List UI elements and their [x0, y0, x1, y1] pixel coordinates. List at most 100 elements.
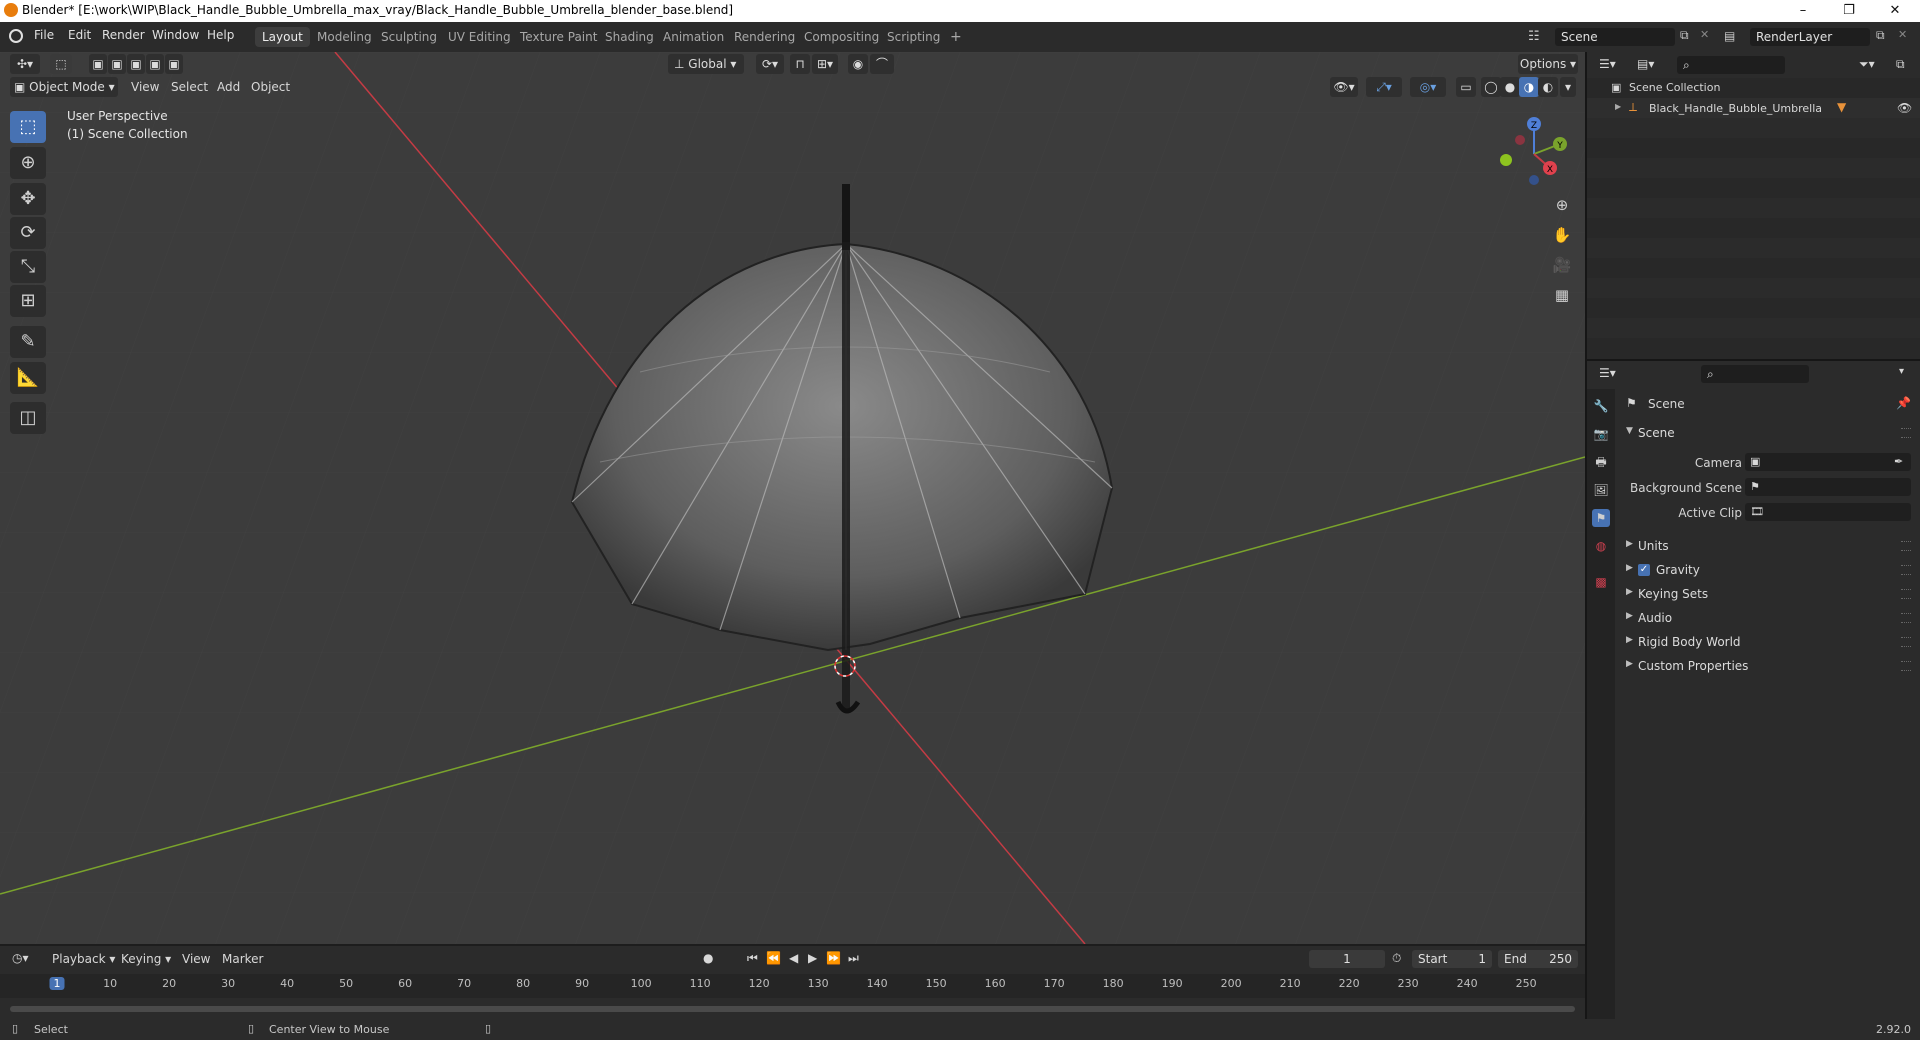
viewport-menu-select[interactable]: Select [171, 80, 208, 94]
tab-animation[interactable]: Animation [656, 27, 731, 47]
viewport-menu-object[interactable]: Object [251, 80, 290, 94]
add-cube-tool[interactable]: ◫ [10, 402, 46, 434]
timeline-menu-marker[interactable]: Marker [222, 952, 263, 966]
active-clip-field[interactable] [1745, 503, 1911, 521]
drag-grip-icon[interactable] [1901, 541, 1911, 551]
menu-edit[interactable]: Edit [68, 28, 91, 42]
viewport-menu-view[interactable]: View [131, 80, 159, 94]
scale-tool[interactable]: ⤡ [10, 251, 46, 283]
current-frame-field[interactable]: 1 [1309, 950, 1385, 968]
view-layer-browse-icon[interactable]: ▤ [1724, 29, 1735, 43]
outliner-editor-type-icon[interactable]: ☰▾ [1599, 57, 1616, 71]
blender-menu-icon[interactable] [9, 29, 23, 43]
viewport-menu-add[interactable]: Add [217, 80, 240, 94]
timeline-menu-view[interactable]: View [182, 952, 210, 966]
properties-options-icon[interactable]: ▾ [1899, 366, 1904, 377]
select-box-intersect-icon[interactable]: ▣ [165, 54, 183, 74]
view-layer-new-icon[interactable]: ⧉ [1876, 28, 1885, 43]
properties-editor-type-icon[interactable]: ☰▾ [1599, 366, 1616, 380]
menu-file[interactable]: File [34, 28, 54, 42]
jump-to-keyframe-back-icon[interactable]: ⏪ [766, 951, 781, 965]
shading-material-button[interactable]: ◑ [1519, 77, 1539, 97]
outliner-display-mode-icon[interactable]: ▤▾ [1637, 57, 1654, 71]
render-tab-icon[interactable]: 📷 [1592, 425, 1610, 443]
outliner-row-umbrella[interactable]: ▶ ⟂ Black_Handle_Bubble_Umbrella ▼ 👁 [1587, 98, 1920, 118]
transform-orientation-dropdown[interactable]: ⊥ Global ▾ [668, 54, 744, 74]
render-layer-field[interactable]: RenderLayer [1750, 28, 1870, 46]
current-frame-marker[interactable]: 1 [49, 977, 65, 990]
tab-scripting[interactable]: Scripting [880, 27, 947, 47]
rigid-body-world-panel-header[interactable]: ▶ Rigid Body World [1620, 632, 1915, 654]
timeline-scrollbar[interactable] [10, 1006, 1575, 1012]
select-box-tool[interactable]: ⬚ [10, 111, 46, 143]
texture-tab-icon[interactable]: ▩ [1592, 573, 1610, 591]
output-tab-icon[interactable]: 🖶 [1592, 453, 1610, 471]
tab-compositing[interactable]: Compositing [797, 27, 886, 47]
play-icon[interactable]: ▶ [808, 951, 817, 965]
frame-ruler[interactable]: 1 10 20 30 40 50 60 70 80 90 100 110 120 130 140 150 160… [0, 974, 1585, 998]
menu-window[interactable]: Window [152, 28, 199, 42]
select-box-new-icon[interactable]: ▣ [89, 54, 107, 74]
units-panel-header[interactable]: ▶ Units [1620, 536, 1915, 558]
jump-to-keyframe-forward-icon[interactable]: ⏩ [826, 951, 841, 965]
drag-grip-icon[interactable] [1901, 661, 1911, 671]
tab-texture-paint[interactable]: Texture Paint [513, 27, 604, 47]
select-box-extend-icon[interactable]: ▣ [108, 54, 126, 74]
3d-viewport[interactable]: ✣▾ ⬚ ▣ ▣ ▣ ▣ ▣ ⊥ Global ▾ ⟳▾ ⊓ ⊞▾ ◉ ⌒ Op… [0, 52, 1585, 944]
drag-grip-icon[interactable] [1901, 637, 1911, 647]
perspective-toggle-icon[interactable]: ▦ [1549, 282, 1575, 308]
outliner-row-root[interactable]: ▣ Scene Collection [1587, 78, 1920, 98]
keying-sets-panel-header[interactable]: ▶ Keying Sets [1620, 584, 1915, 606]
play-reverse-icon[interactable]: ◀ [789, 951, 798, 965]
shading-solid-button[interactable]: ● [1500, 77, 1520, 97]
editor-type-button[interactable]: ✣▾ [10, 54, 40, 74]
pan-hand-icon[interactable]: ✋ [1549, 222, 1575, 248]
transform-tool[interactable]: ⊞ [10, 285, 46, 317]
proportional-edit-toggle[interactable]: ◉ [848, 54, 868, 74]
pivot-point-dropdown[interactable]: ⟳▾ [756, 54, 784, 74]
gizmo-toggle[interactable]: ⤢▾ [1366, 77, 1402, 97]
end-frame-field[interactable]: End 250 [1498, 950, 1578, 968]
camera-field[interactable] [1745, 453, 1911, 471]
properties-search-input[interactable]: ⌕ [1701, 365, 1809, 383]
visibility-dropdown[interactable]: 👁▾ [1330, 77, 1358, 97]
proportional-falloff-dropdown[interactable]: ⌒ [870, 54, 894, 74]
new-collection-icon[interactable]: ⧉ [1896, 57, 1905, 72]
camera-view-icon[interactable]: 🎥 [1549, 252, 1575, 278]
xray-toggle[interactable]: ▭ [1456, 77, 1476, 97]
tab-uv-editing[interactable]: UV Editing [441, 27, 518, 47]
audio-panel-header[interactable]: ▶ Audio [1620, 608, 1915, 630]
timeline-menu-playback[interactable]: Playback ▾ [52, 952, 115, 966]
rotate-tool[interactable]: ⟳ [10, 217, 46, 249]
shading-options-dropdown[interactable]: ▾ [1560, 77, 1576, 97]
tab-shading[interactable]: Shading [598, 27, 661, 47]
background-scene-field[interactable] [1745, 478, 1911, 496]
scene-new-icon[interactable]: ⧉ [1680, 28, 1689, 43]
select-mode-tweak-icon[interactable]: ⬚ [50, 54, 72, 74]
start-frame-field[interactable]: Start 1 [1412, 950, 1492, 968]
navigation-gizmo[interactable]: Z Y X [1494, 112, 1574, 192]
tab-modeling[interactable]: Modeling [310, 27, 379, 47]
move-tool[interactable]: ✥ [10, 183, 46, 215]
overlay-toggle[interactable]: ◎▾ [1410, 77, 1446, 97]
menu-render[interactable]: Render [102, 28, 145, 42]
scene-remove-icon[interactable]: ✕ [1700, 28, 1709, 41]
shading-wireframe-button[interactable]: ◯ [1481, 77, 1501, 97]
tab-layout[interactable]: Layout [255, 27, 310, 47]
auto-keying-record-icon[interactable]: ● [703, 951, 713, 965]
select-box-subtract-icon[interactable]: ▣ [127, 54, 145, 74]
restore-button[interactable]: ❐ [1826, 0, 1872, 22]
add-workspace-button[interactable]: + [943, 27, 969, 47]
scene-name-field[interactable]: Scene [1555, 28, 1675, 46]
drag-grip-icon[interactable] [1901, 428, 1911, 438]
preview-range-clock-icon[interactable]: ⏱ [1392, 951, 1401, 966]
measure-tool[interactable]: 📐 [10, 362, 46, 394]
scene-tab-icon[interactable]: ⚑ [1592, 509, 1610, 527]
view-layer-tab-icon[interactable]: 🖼 [1592, 481, 1610, 499]
close-button[interactable]: ✕ [1872, 0, 1918, 22]
jump-to-end-icon[interactable]: ⏭ [848, 951, 859, 966]
tab-sculpting[interactable]: Sculpting [374, 27, 444, 47]
scene-browse-icon[interactable]: ☷ [1528, 29, 1540, 44]
timeline-menu-keying[interactable]: Keying ▾ [121, 952, 171, 966]
object-mode-dropdown[interactable]: ▣ Object Mode ▾ [10, 77, 118, 97]
